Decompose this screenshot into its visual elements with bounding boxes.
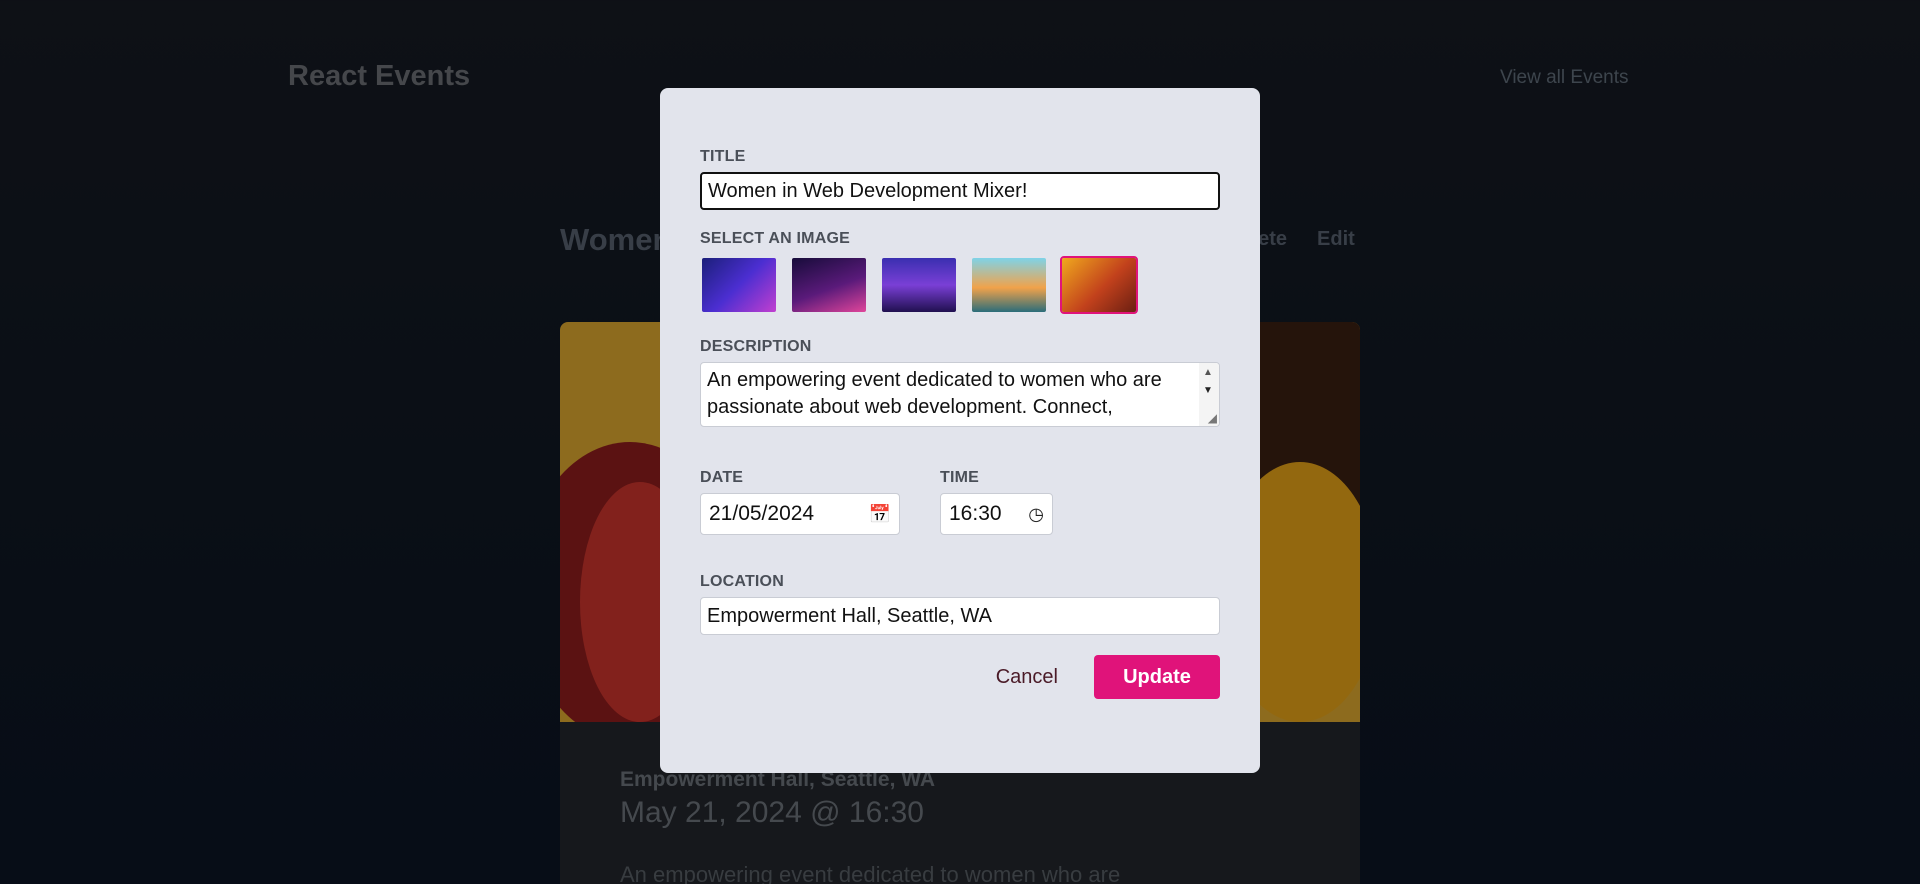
location-input[interactable] xyxy=(700,597,1220,635)
clock-icon[interactable]: ◷ xyxy=(1028,504,1044,525)
title-label: TITLE xyxy=(700,148,746,165)
scroll-down-icon[interactable]: ▼ xyxy=(1203,385,1213,396)
image-option-city-neon[interactable] xyxy=(700,256,778,314)
location-label: LOCATION xyxy=(700,573,784,590)
date-field-group: DATE 21/05/2024 📅 xyxy=(700,469,900,535)
date-time-row: DATE 21/05/2024 📅 TIME 16:30 ◷ xyxy=(700,469,1220,535)
description-text: An empowering event dedicated to women w… xyxy=(707,369,1162,418)
time-field-group: TIME 16:30 ◷ xyxy=(940,469,1053,535)
time-input[interactable]: 16:30 ◷ xyxy=(940,493,1053,535)
title-input[interactable] xyxy=(700,172,1220,210)
update-button[interactable]: Update xyxy=(1094,655,1220,699)
modal-actions: Cancel Update xyxy=(700,655,1220,699)
time-label: TIME xyxy=(940,469,980,486)
select-image-label: SELECT AN IMAGE xyxy=(700,230,850,247)
description-label: DESCRIPTION xyxy=(700,338,812,355)
edit-event-modal: TITLE SELECT AN IMAGE DESCRIPTION An emp… xyxy=(660,88,1260,773)
resize-handle-icon[interactable]: ◢ xyxy=(1208,411,1217,425)
image-option-desk-setup[interactable] xyxy=(790,256,868,314)
location-field-group: LOCATION xyxy=(700,573,1220,635)
date-value: 21/05/2024 xyxy=(709,502,815,525)
image-option-women-laptop[interactable] xyxy=(1060,256,1138,314)
image-picker xyxy=(700,256,1220,314)
scroll-up-icon[interactable]: ▲ xyxy=(1203,367,1213,378)
cancel-button[interactable]: Cancel xyxy=(996,666,1058,689)
image-option-city-river[interactable] xyxy=(970,256,1048,314)
calendar-icon[interactable]: 📅 xyxy=(869,504,891,525)
description-textarea[interactable]: An empowering event dedicated to women w… xyxy=(700,362,1220,427)
date-input[interactable]: 21/05/2024 📅 xyxy=(700,493,900,535)
time-value: 16:30 xyxy=(949,502,1002,525)
date-label: DATE xyxy=(700,469,744,486)
image-option-meetup[interactable] xyxy=(880,256,958,314)
